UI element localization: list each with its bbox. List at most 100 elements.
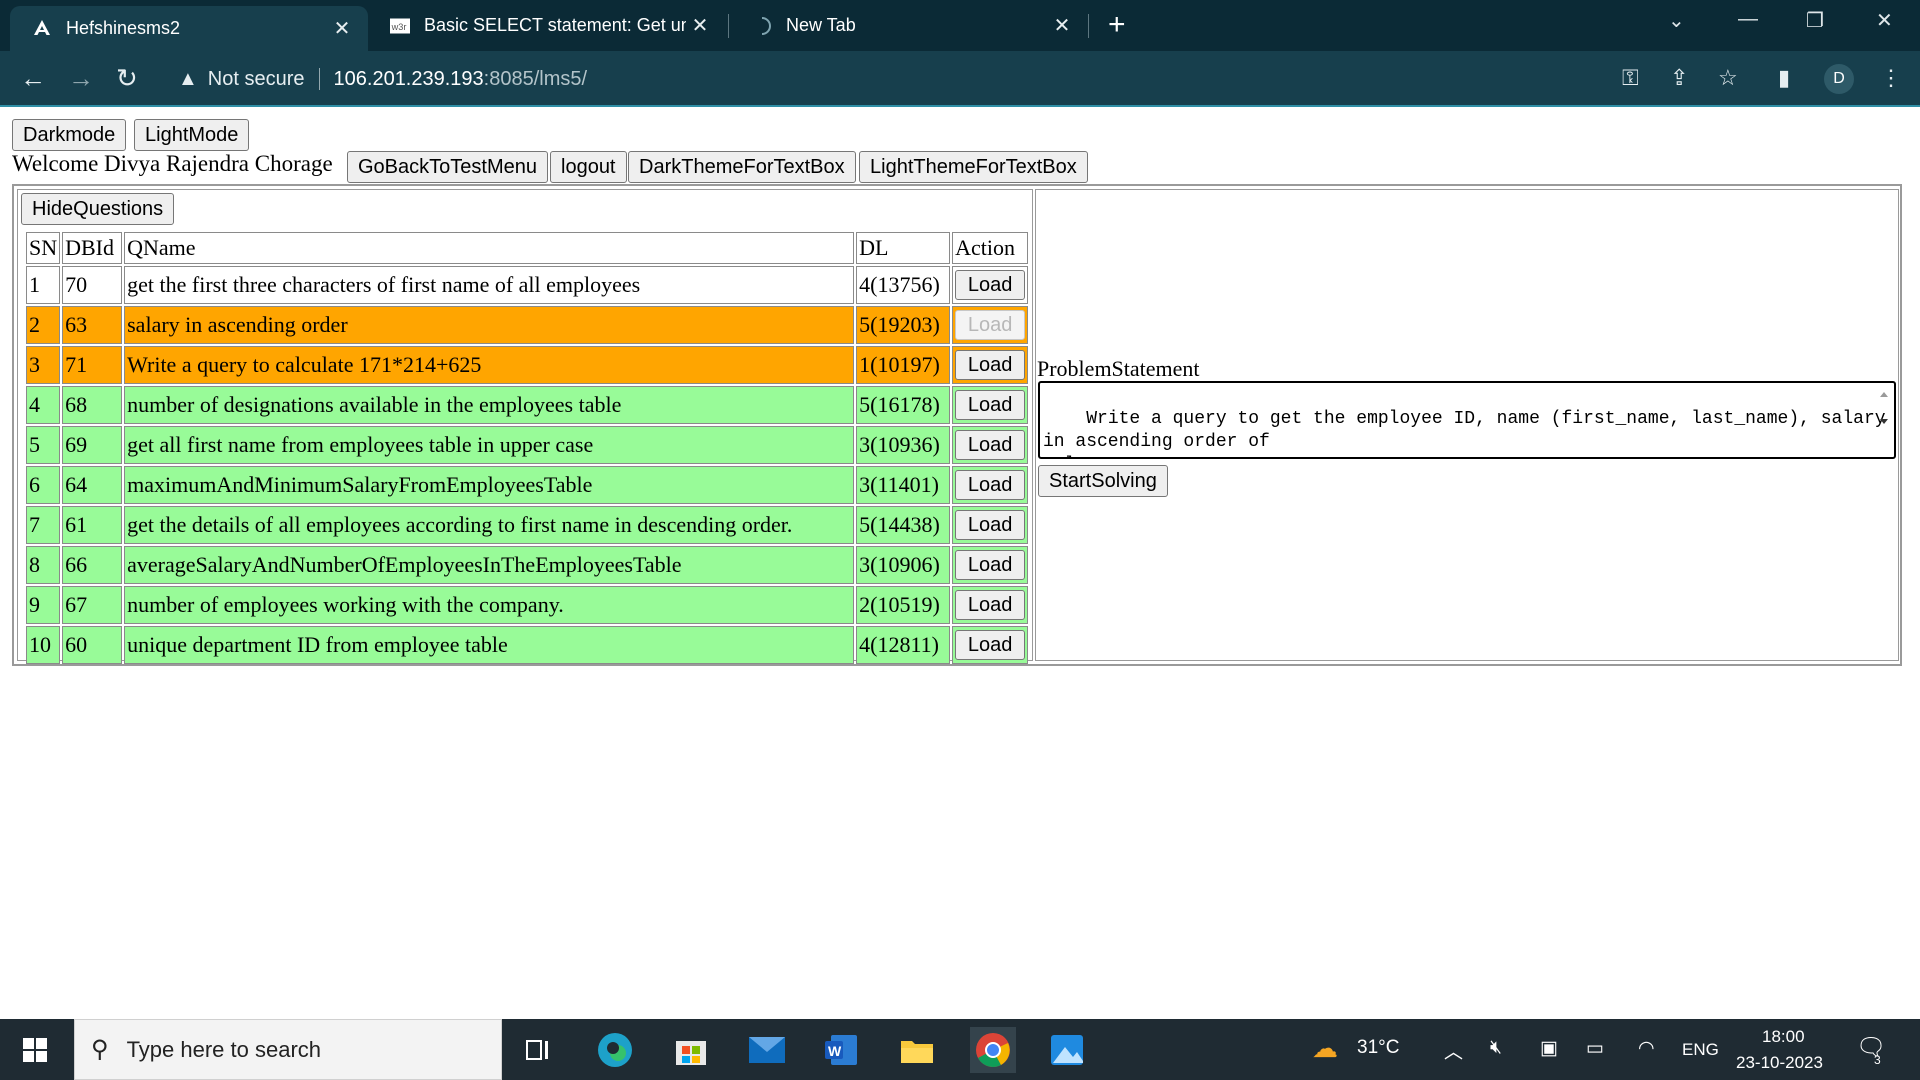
tab-separator xyxy=(1088,14,1089,38)
load-button[interactable]: Load xyxy=(955,630,1026,660)
language-indicator[interactable]: ENG xyxy=(1682,1040,1719,1060)
cell-dl: 3(10906) xyxy=(856,546,951,584)
cell-dl: 4(13756) xyxy=(856,266,951,304)
header-qname: QName xyxy=(124,232,855,264)
microsoft-store-icon[interactable] xyxy=(668,1027,714,1073)
load-button[interactable]: Load xyxy=(955,390,1026,420)
load-button[interactable]: Load xyxy=(955,430,1026,460)
volume-muted-icon[interactable]: 🔇︎ xyxy=(1490,1037,1502,1059)
go-back-to-test-menu-button[interactable]: GoBackToTestMenu xyxy=(347,151,548,183)
close-tab-icon[interactable]: ✕ xyxy=(328,16,356,41)
tab-search-icon[interactable]: ⌄ xyxy=(1668,8,1685,33)
weather-icon[interactable]: ☁ xyxy=(1312,1033,1338,1064)
wifi-icon[interactable]: ◠ xyxy=(1638,1037,1655,1060)
url-path[interactable]: :8085/lms5/ xyxy=(484,68,587,91)
forward-icon[interactable]: → xyxy=(68,63,94,93)
table-row: 10 60 unique department ID from employee t… xyxy=(26,626,1029,664)
chrome-icon[interactable] xyxy=(970,1027,1016,1073)
cell-action: Load xyxy=(952,626,1029,664)
profile-avatar[interactable]: D xyxy=(1824,64,1854,94)
cell-qname: Write a query to calculate 171*214+625 xyxy=(124,346,855,384)
close-window-icon[interactable]: ✕ xyxy=(1876,8,1893,33)
cell-dbid: 60 xyxy=(62,626,123,664)
light-theme-textbox-button[interactable]: LightThemeForTextBox xyxy=(859,151,1088,183)
minimize-icon[interactable]: — xyxy=(1738,8,1758,31)
task-view-icon[interactable] xyxy=(516,1027,562,1073)
close-tab-icon[interactable]: ✕ xyxy=(1048,13,1076,38)
edge-icon[interactable] xyxy=(592,1027,638,1073)
star-icon[interactable]: ☆ xyxy=(1718,65,1738,91)
url-host[interactable]: 106.201.239.193 xyxy=(334,68,484,91)
new-tab-icon[interactable]: + xyxy=(1108,10,1126,40)
notifications-icon[interactable]: 🗨︎ xyxy=(1856,1033,1886,1062)
cell-sn: 4 xyxy=(26,386,61,424)
table-row: 7 61 get the details of all employees acco… xyxy=(26,506,1029,544)
start-solving-button[interactable]: StartSolving xyxy=(1038,465,1168,497)
menu-icon[interactable]: ⋮ xyxy=(1880,65,1902,91)
photos-icon[interactable] xyxy=(1044,1027,1090,1073)
browser-toolbar: ← → ↻ ▲ Not secure 106.201.239.193 :8085… xyxy=(0,51,1920,107)
table-row: 9 67 number of employees working with the … xyxy=(26,586,1029,624)
restore-icon[interactable]: ❐ xyxy=(1806,8,1824,33)
load-button[interactable]: Load xyxy=(955,590,1026,620)
loading-icon xyxy=(752,16,772,36)
security-label[interactable]: Not secure xyxy=(208,68,305,91)
browser-tab-strip: Hefshinesms2 ✕ w3r Basic SELECT statemen… xyxy=(0,0,1920,51)
lightmode-button[interactable]: LightMode xyxy=(134,119,250,151)
taskbar-search-box[interactable]: ⚲ Type here to search xyxy=(74,1019,502,1080)
header-sn: SN xyxy=(26,232,61,264)
load-button[interactable]: Load xyxy=(955,550,1026,580)
cell-dl: 4(12811) xyxy=(856,626,951,664)
logout-button[interactable]: logout xyxy=(550,151,627,183)
meet-now-icon[interactable]: ▣ xyxy=(1540,1037,1558,1060)
cell-action: Load xyxy=(952,426,1029,464)
taskbar-search-placeholder: Type here to search xyxy=(126,1036,322,1062)
cell-sn: 10 xyxy=(26,626,61,664)
tab-hefshinesms2[interactable]: Hefshinesms2 ✕ xyxy=(10,6,368,51)
welcome-text: Welcome Divya Rajendra Chorage xyxy=(12,151,333,176)
word-icon[interactable]: W xyxy=(818,1027,864,1073)
cell-dl: 2(10519) xyxy=(856,586,951,624)
cell-dl: 5(16178) xyxy=(856,386,951,424)
windows-start-icon[interactable] xyxy=(12,1027,58,1073)
hide-questions-button[interactable]: HideQuestions xyxy=(21,193,175,225)
mail-icon[interactable] xyxy=(744,1027,790,1073)
reload-icon[interactable]: ↻ xyxy=(116,63,138,93)
load-button[interactable]: Load xyxy=(955,470,1026,500)
share-icon[interactable]: ⇪ xyxy=(1670,65,1688,91)
cell-dbid: 70 xyxy=(62,266,123,304)
header-dbid: DBId xyxy=(62,232,123,264)
cell-qname: maximumAndMinimumSalaryFromEmployeesTabl… xyxy=(124,466,855,504)
load-button[interactable]: Load xyxy=(955,510,1026,540)
cell-sn: 1 xyxy=(26,266,61,304)
key-icon[interactable]: ⚿ xyxy=(1622,65,1639,91)
header-dl: DL xyxy=(856,232,951,264)
file-explorer-icon[interactable] xyxy=(894,1027,940,1073)
chevron-up-icon[interactable]: ︿ xyxy=(1444,1037,1463,1064)
address-bar[interactable]: ▲ Not secure 106.201.239.193 :8085/lms5/ xyxy=(164,59,1664,99)
problem-statement-textarea[interactable]: Write a query to get the employee ID, na… xyxy=(1038,381,1896,459)
side-panel-icon[interactable]: ▮ xyxy=(1778,65,1790,91)
load-button[interactable]: Load xyxy=(955,270,1026,300)
textarea-scrollbar[interactable] xyxy=(1876,385,1892,445)
back-icon[interactable]: ← xyxy=(20,63,46,93)
tab-new-tab[interactable]: New Tab ✕ xyxy=(730,0,1088,51)
cell-sn: 2 xyxy=(26,306,61,344)
weather-temp[interactable]: 31°C xyxy=(1357,1037,1399,1059)
cell-dl: 3(10936) xyxy=(856,426,951,464)
darkmode-button[interactable]: Darkmode xyxy=(12,119,127,151)
tab-w3resource[interactable]: w3r Basic SELECT statement: Get uni ✕ xyxy=(368,0,726,51)
load-button[interactable]: Load xyxy=(955,350,1026,380)
battery-icon[interactable]: ▭ xyxy=(1586,1037,1604,1060)
clock-time[interactable]: 18:00 xyxy=(1762,1027,1805,1047)
cell-qname: get all first name from employees table … xyxy=(124,426,855,464)
close-tab-icon[interactable]: ✕ xyxy=(686,13,714,38)
cell-sn: 6 xyxy=(26,466,61,504)
clock-date[interactable]: 23-10-2023 xyxy=(1736,1053,1823,1073)
load-button[interactable]: Load xyxy=(955,310,1026,340)
dark-theme-textbox-button[interactable]: DarkThemeForTextBox xyxy=(628,151,856,183)
warning-icon[interactable]: ▲ xyxy=(178,68,198,91)
tab-title: Basic SELECT statement: Get uni xyxy=(424,15,686,35)
table-row: 3 71 Write a query to calculate 171*214+62… xyxy=(26,346,1029,384)
cell-dbid: 61 xyxy=(62,506,123,544)
